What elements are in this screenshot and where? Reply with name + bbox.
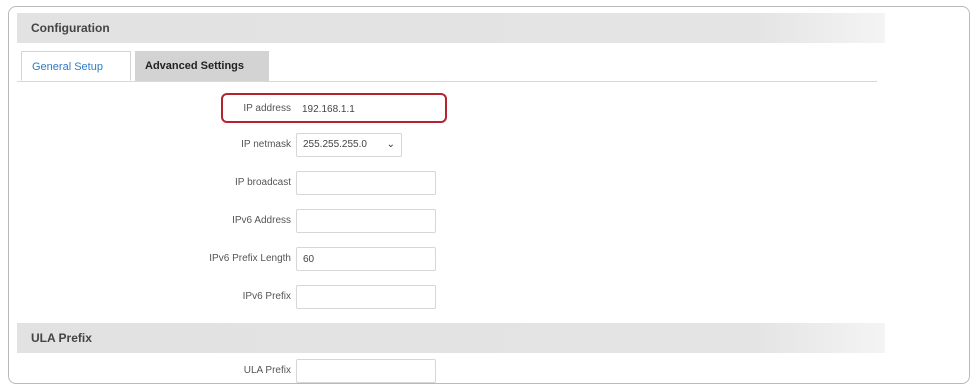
ipv6-address-label-row: IPv6 Address	[9, 209, 291, 233]
tabs-bar: General Setup Advanced Settings	[17, 45, 877, 82]
ip-broadcast-label-row: IP broadcast	[9, 171, 291, 195]
ula-prefix-label-row: ULA Prefix	[9, 359, 291, 383]
ip-broadcast-label: IP broadcast	[235, 177, 291, 188]
ip-address-highlight	[221, 93, 447, 123]
ipv6-prefix-label: IPv6 Prefix	[242, 291, 291, 302]
ipv6-prefix-length-label-row: IPv6 Prefix Length	[9, 247, 291, 271]
tab-advanced-settings[interactable]: Advanced Settings	[135, 51, 269, 81]
configuration-section-title: Configuration	[17, 13, 885, 43]
ip-netmask-select[interactable]: 255.255.255.0 ⌄	[296, 133, 402, 157]
ipv6-prefix-input[interactable]	[296, 285, 436, 309]
ula-section-title: ULA Prefix	[17, 323, 885, 353]
ip-broadcast-input[interactable]	[296, 171, 436, 195]
ipv6-address-input[interactable]	[296, 209, 436, 233]
ipv6-address-label: IPv6 Address	[232, 215, 291, 226]
config-panel: Configuration General Setup Advanced Set…	[8, 6, 970, 384]
ip-netmask-value: 255.255.255.0	[303, 139, 367, 150]
ip-netmask-label-row: IP netmask	[9, 133, 291, 157]
ipv6-prefix-label-row: IPv6 Prefix	[9, 285, 291, 309]
ipv6-prefix-length-label: IPv6 Prefix Length	[209, 253, 291, 264]
tab-general-setup[interactable]: General Setup	[21, 51, 131, 81]
ipv6-prefix-length-input[interactable]	[296, 247, 436, 271]
chevron-down-icon: ⌄	[386, 139, 395, 150]
ula-prefix-label: ULA Prefix	[243, 365, 291, 376]
ula-prefix-input[interactable]	[296, 359, 436, 383]
ip-netmask-label: IP netmask	[241, 139, 291, 150]
